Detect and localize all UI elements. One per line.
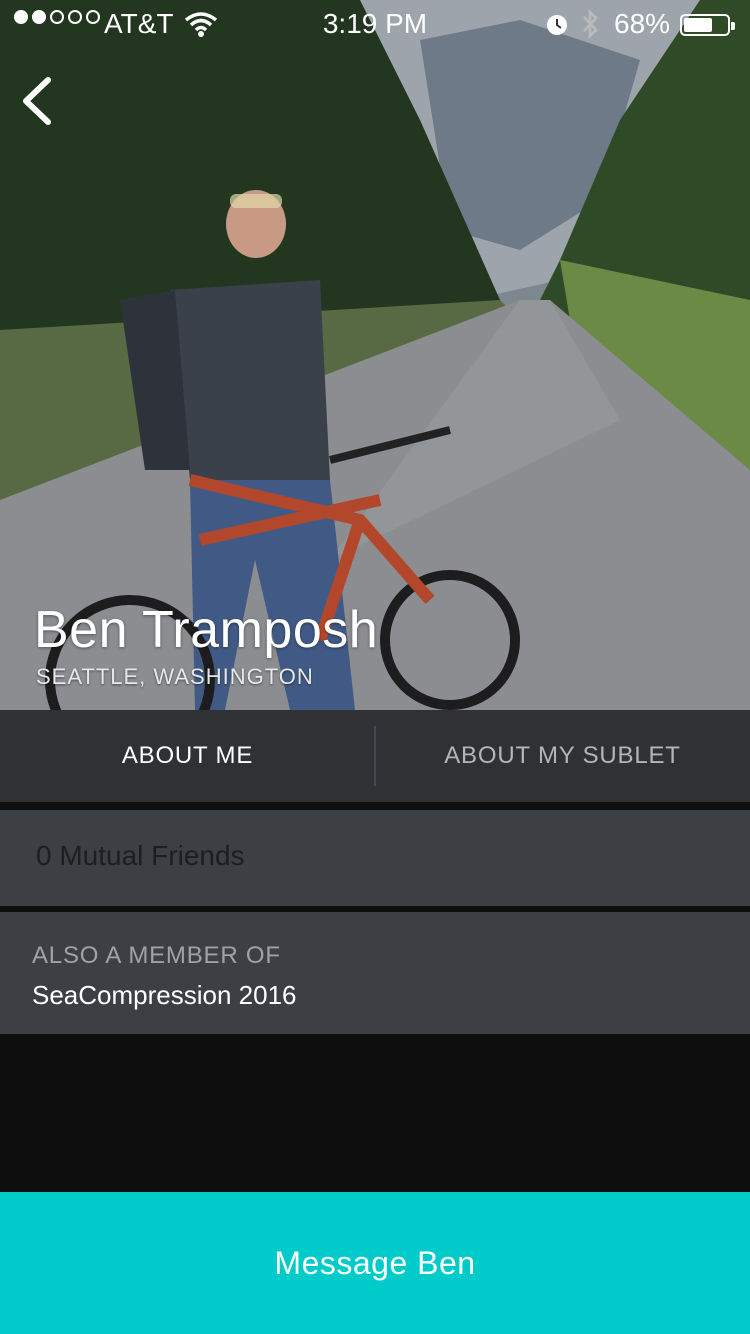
membership-section: ALSO A MEMBER OF SeaCompression 2016 <box>0 912 750 1034</box>
battery-percentage: 68% <box>614 8 671 39</box>
membership-value: SeaCompression 2016 <box>32 980 297 1010</box>
battery-icon <box>680 14 735 36</box>
alarm-icon <box>544 10 570 45</box>
mutual-friends-label: 0 Mutual Friends <box>36 840 245 871</box>
profile-location: SEATTLE, WASHINGTON <box>36 664 314 689</box>
back-chevron-icon <box>23 77 51 125</box>
message-button[interactable]: Message Ben <box>0 1192 750 1334</box>
tab-divider <box>374 726 376 786</box>
bluetooth-icon <box>580 8 600 47</box>
profile-name: Ben Tramposh <box>34 601 379 659</box>
tab-about-my-sublet[interactable]: ABOUT MY SUBLET <box>375 710 750 802</box>
tab-about-me[interactable]: ABOUT ME <box>0 710 375 802</box>
back-button[interactable] <box>18 76 58 126</box>
membership-heading: ALSO A MEMBER OF <box>32 942 281 969</box>
status-bar: AT&T 3:19 PM 68% <box>0 0 750 48</box>
mutual-friends-row[interactable]: 0 Mutual Friends <box>0 810 750 906</box>
profile-tabs: ABOUT ME ABOUT MY SUBLET <box>0 710 750 802</box>
